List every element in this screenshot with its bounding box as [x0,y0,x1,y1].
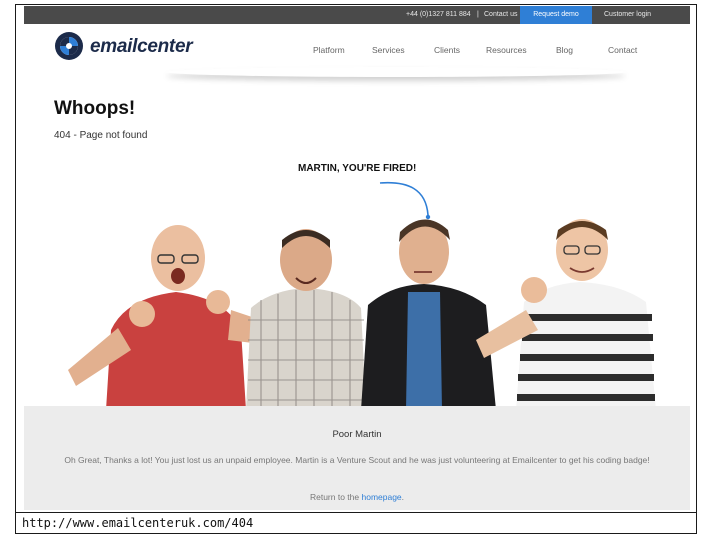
header-shadow [166,67,626,77]
emailcenter-logo-icon[interactable] [54,31,84,61]
team-photo [68,219,656,410]
url-caption: http://www.emailcenteruk.com/404 [16,512,696,533]
contact-us-link[interactable]: Contact us [484,11,517,18]
utility-bar: +44 (0)1327 811 884 | Contact us Request… [24,6,690,24]
page-title: Whoops! [54,98,136,119]
nav-resources[interactable]: Resources [486,45,527,55]
person-striped-shirt [476,219,656,410]
homepage-link[interactable]: homepage [361,492,401,502]
request-demo-button[interactable]: Request demo [520,6,592,24]
return-suffix: . [401,492,405,502]
page-url: http://www.emailcenteruk.com/404 [22,516,254,530]
separator: | [477,11,479,18]
site-header: emailcenter Platform Services Clients Re… [16,25,696,73]
message-panel: Poor Martin Oh Great, Thanks a lot! You … [24,406,690,510]
browser-frame: +44 (0)1327 811 884 | Contact us Request… [15,4,697,534]
return-line: Return to the homepage. [24,492,690,502]
panel-title: Poor Martin [332,429,382,440]
logo-wordmark[interactable]: emailcenter [90,36,193,58]
speech-callout: MARTIN, YOU'RE FIRED! [298,163,417,174]
return-prefix: Return to the [309,492,362,502]
phone-number: +44 (0)1327 811 884 [406,11,471,18]
nav-services[interactable]: Services [372,45,405,55]
nav-blog[interactable]: Blog [556,45,573,55]
nav-clients[interactable]: Clients [434,45,460,55]
nav-contact[interactable]: Contact [608,45,637,55]
error-subtitle: 404 - Page not found [54,130,148,141]
nav-platform[interactable]: Platform [313,45,345,55]
customer-login-link[interactable]: Customer login [604,11,651,18]
person-dark-jacket [361,219,496,410]
panel-message: Oh Great, Thanks a lot! You just lost us… [64,455,650,465]
person-checked-shirt [246,229,366,410]
